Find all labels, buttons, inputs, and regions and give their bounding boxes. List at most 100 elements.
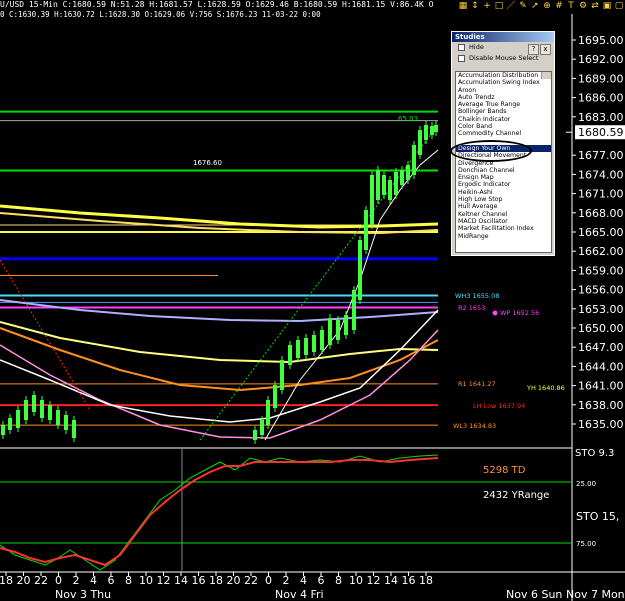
wp-marker xyxy=(492,310,498,316)
time-hour-label: 18 xyxy=(419,574,433,587)
candle-body xyxy=(1,425,5,435)
time-hour-label: 10 xyxy=(349,574,363,587)
study-item[interactable]: Accumulation Distribution xyxy=(456,72,551,79)
hide-checkbox[interactable] xyxy=(458,44,465,51)
price-label: 1662.00 xyxy=(578,245,624,258)
scroll-icon[interactable]: ↕ xyxy=(469,0,481,12)
study-item[interactable]: Aroon xyxy=(456,87,551,94)
price-label: 1641.00 xyxy=(578,380,624,393)
square-icon[interactable]: □ xyxy=(493,0,505,12)
time-hour-label: 6 xyxy=(318,574,325,587)
grid-icon[interactable]: # xyxy=(553,0,565,12)
time-hour-label: 18 xyxy=(209,574,223,587)
time-hour-label: 8 xyxy=(335,574,342,587)
level-75-label: 75.00 xyxy=(576,540,596,548)
candle-body xyxy=(260,420,264,435)
price-label: 1647.00 xyxy=(578,341,624,354)
candle-body xyxy=(296,340,300,358)
time-hour-label: 4 xyxy=(300,574,307,587)
zoom-icon[interactable]: ⊕ xyxy=(541,0,553,12)
time-hour-label: 14 xyxy=(174,574,188,587)
study-item[interactable]: Color Band xyxy=(456,123,551,130)
price-label: 1638.00 xyxy=(578,399,624,412)
study-item[interactable]: Ergodic Indicator xyxy=(456,181,551,188)
label-r2: R2 1653. xyxy=(458,304,487,312)
label-lhlow: LH Low 1637.94 xyxy=(473,402,525,410)
time-hour-label: 22 xyxy=(34,574,48,587)
expand-icon[interactable]: ▣ xyxy=(601,0,613,12)
candle-body xyxy=(64,415,68,430)
close-button[interactable]: x xyxy=(540,44,551,55)
study-item[interactable]: Heikin-Ashi xyxy=(456,189,551,196)
study-item[interactable]: Average True Range xyxy=(456,101,551,108)
study-item[interactable]: High Low Stop xyxy=(456,196,551,203)
candle-body xyxy=(24,400,28,420)
arrow-icon[interactable]: ➚ xyxy=(529,0,541,12)
studies-list[interactable]: Accumulation Distribution Accumulation Sw… xyxy=(455,71,552,253)
price-label: 1635.00 xyxy=(578,418,624,431)
chart-icon[interactable]: ▦ xyxy=(457,0,469,12)
line-icon[interactable]: ／ xyxy=(505,0,517,12)
study-item[interactable]: Market Facilitation Index xyxy=(456,225,551,232)
candle-body xyxy=(72,420,76,438)
study-item[interactable]: Chaikin Indicator xyxy=(456,116,551,123)
day-label: Nov 6 Sun xyxy=(506,588,562,601)
candle-body xyxy=(376,170,380,200)
candle-body xyxy=(312,335,316,352)
swap-icon[interactable]: ⇄ xyxy=(589,0,601,12)
study-item[interactable]: Accumulation Swing Index xyxy=(456,79,551,86)
settings-icon[interactable]: ⚙ xyxy=(577,0,589,12)
price-label: 1650.00 xyxy=(578,322,624,335)
study-item[interactable]: Auto Trendz xyxy=(456,94,551,101)
candle-body xyxy=(266,400,270,425)
candle-body xyxy=(280,360,284,390)
study-item[interactable]: Keltner Channel xyxy=(456,211,551,218)
candle-body xyxy=(430,126,434,135)
pencil-icon[interactable]: ✎ xyxy=(517,0,529,12)
candle-body xyxy=(412,145,416,175)
time-hour-label: 14 xyxy=(384,574,398,587)
candle-body xyxy=(40,400,44,418)
time-hour-label: 8 xyxy=(125,574,132,587)
candle-body xyxy=(370,175,374,225)
time-hour-label: 10 xyxy=(139,574,153,587)
hide-label: Hide xyxy=(469,43,484,51)
label-top: 65.03 xyxy=(398,115,418,123)
td-label: 5298 TD xyxy=(483,465,526,476)
help-button[interactable]: ? xyxy=(528,44,539,55)
price-label: 1656.00 xyxy=(578,284,624,297)
current-price-label: 1680.59 xyxy=(578,126,624,139)
time-hour-label: 12 xyxy=(157,574,171,587)
study-item[interactable]: MidRange xyxy=(456,233,551,240)
candle-body xyxy=(344,315,348,335)
crosshair-icon[interactable]: + xyxy=(481,0,493,12)
candle-body xyxy=(424,125,428,140)
sto-mid-label: STO 15, xyxy=(576,510,619,523)
time-hour-label: 4 xyxy=(90,574,97,587)
disable-mouse-checkbox[interactable] xyxy=(458,55,465,62)
text-icon[interactable]: T xyxy=(565,0,577,12)
window-icon[interactable]: ▢ xyxy=(613,0,625,12)
candle-body xyxy=(336,320,340,340)
study-item[interactable]: Donchian Channel xyxy=(456,167,551,174)
ma-lavender xyxy=(0,299,439,323)
candle-body xyxy=(400,170,404,185)
candle-body xyxy=(8,418,12,430)
label-wl3: WL3 1634.83 xyxy=(453,422,496,430)
day-label: Nov 7 Mon xyxy=(566,588,625,601)
price-label: 1677.00 xyxy=(578,149,624,162)
candle-body xyxy=(16,410,20,428)
price-label: 1653.00 xyxy=(578,303,624,316)
study-item[interactable]: Bollinger Bands xyxy=(456,108,551,115)
price-label: 1683.00 xyxy=(578,111,624,124)
candle-body xyxy=(434,125,438,132)
sto-top-label: STO 9.3 xyxy=(575,448,614,459)
price-label: 1644.00 xyxy=(578,360,624,373)
price-label: 1671.00 xyxy=(578,188,624,201)
list-scrollbar[interactable] xyxy=(541,72,551,80)
label-yh: YH 1640.86 xyxy=(526,384,565,392)
study-item[interactable]: Commodity Channel xyxy=(456,130,551,137)
study-item[interactable]: MACD Oscillator xyxy=(456,218,551,225)
study-item[interactable]: Ensign Map xyxy=(456,174,551,181)
study-item[interactable]: Hull Average xyxy=(456,203,551,210)
